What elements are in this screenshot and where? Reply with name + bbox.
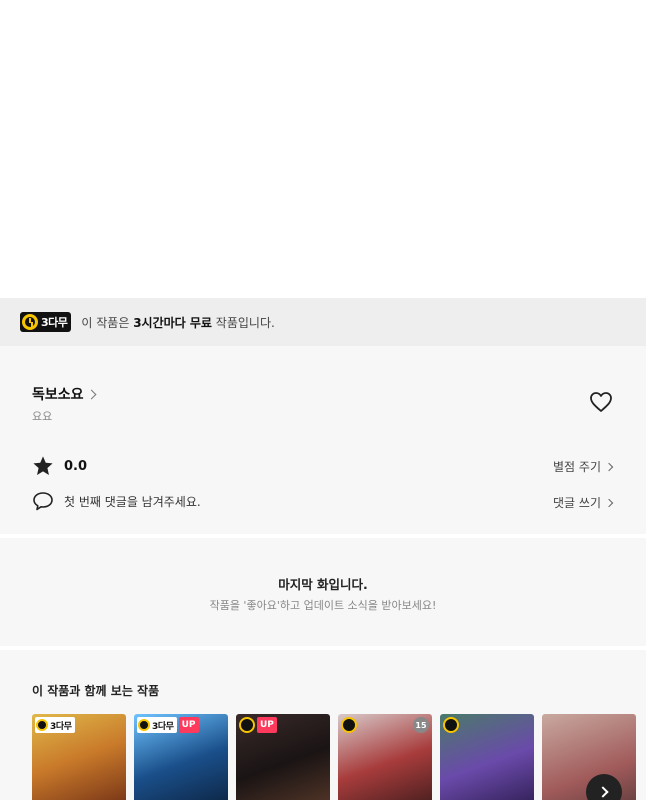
comment-bubble-icon [33,492,53,511]
wait-free-badge: 3다무 [137,717,177,733]
up-badge: UP [257,717,277,733]
free-notice-banner: 3다무 이 작품은 3시간마다 무료 작품입니다. [0,298,646,346]
wait-free-badge: 3다무 [35,717,75,733]
chevron-right-icon [604,498,614,507]
wait-free-badge-label: 3다무 [41,316,68,329]
chevron-right-icon [86,389,96,399]
chevron-right-icon [604,462,614,471]
clock-icon [341,717,357,733]
recommendation-section: 이 작품과 함께 보는 작품 3다무 3다무 UP UP 15 [0,650,646,800]
free-notice-prefix: 이 작품은 [81,315,134,330]
free-notice-suffix: 작품입니다. [211,315,275,330]
clock-icon [138,719,150,731]
chevron-right-icon [596,786,609,798]
clock-icon [239,717,255,733]
comment-prompt: 첫 번째 댓글을 남겨주세요. [64,494,201,509]
recommendation-card[interactable] [440,714,534,800]
card-badges: 3다무 UP [137,717,199,733]
viewer-blank-area [0,0,646,298]
age-rating-badge: 15 [413,717,429,733]
write-comment-label: 댓글 쓰기 [553,496,601,510]
clock-icon [36,719,48,731]
rate-button[interactable]: 별점 주기 [553,458,614,475]
card-badges: UP [239,717,277,733]
card-badges [341,717,357,733]
recommendation-card[interactable]: 3다무 [32,714,126,800]
recommendation-card[interactable]: 3다무 UP [134,714,228,800]
star-icon [33,456,53,475]
card-badges [443,717,459,733]
comment-row: 첫 번째 댓글을 남겨주세요. [32,491,201,511]
wait-free-badge-label: 3다무 [152,721,174,732]
clock-icon [22,314,38,330]
recommendation-card[interactable]: UP [236,714,330,800]
write-comment-button[interactable]: 댓글 쓰기 [553,494,614,511]
free-notice-text: 이 작품은 3시간마다 무료 작품입니다. [81,314,274,331]
author-name: 독보소요 [32,387,84,403]
wait-free-badge: 3다무 [20,312,72,332]
wait-free-badge-label: 3다무 [50,721,72,732]
clock-icon [443,717,459,733]
rate-button-label: 별점 주기 [553,460,601,474]
card-badges: 3다무 [35,717,75,733]
rating-row: 0.0 [32,455,87,477]
last-episode-title: 마지막 화입니다. [278,577,368,592]
sub-author-name: 요요 [32,410,53,423]
heart-icon[interactable] [589,391,613,413]
recommendation-list: 3다무 3다무 UP UP 15 [32,714,644,800]
last-episode-section: 마지막 화입니다. 작품을 '좋아요'하고 업데이트 소식을 받아보세요! [0,538,646,646]
author-link[interactable]: 독보소요 [32,384,96,404]
work-info-section: 독보소요 요요 0.0 별점 주기 첫 번째 댓글을 남겨주세요. 댓글 쓰기 [0,346,646,534]
rating-value: 0.0 [64,458,88,474]
recommendation-title: 이 작품과 함께 보는 작품 [32,684,160,698]
up-badge: UP [178,717,199,733]
last-episode-subtitle: 작품을 '좋아요'하고 업데이트 소식을 받아보세요! [209,599,437,612]
free-notice-bold: 3시간마다 무료 [133,315,212,330]
recommendation-card[interactable]: 15 [338,714,432,800]
